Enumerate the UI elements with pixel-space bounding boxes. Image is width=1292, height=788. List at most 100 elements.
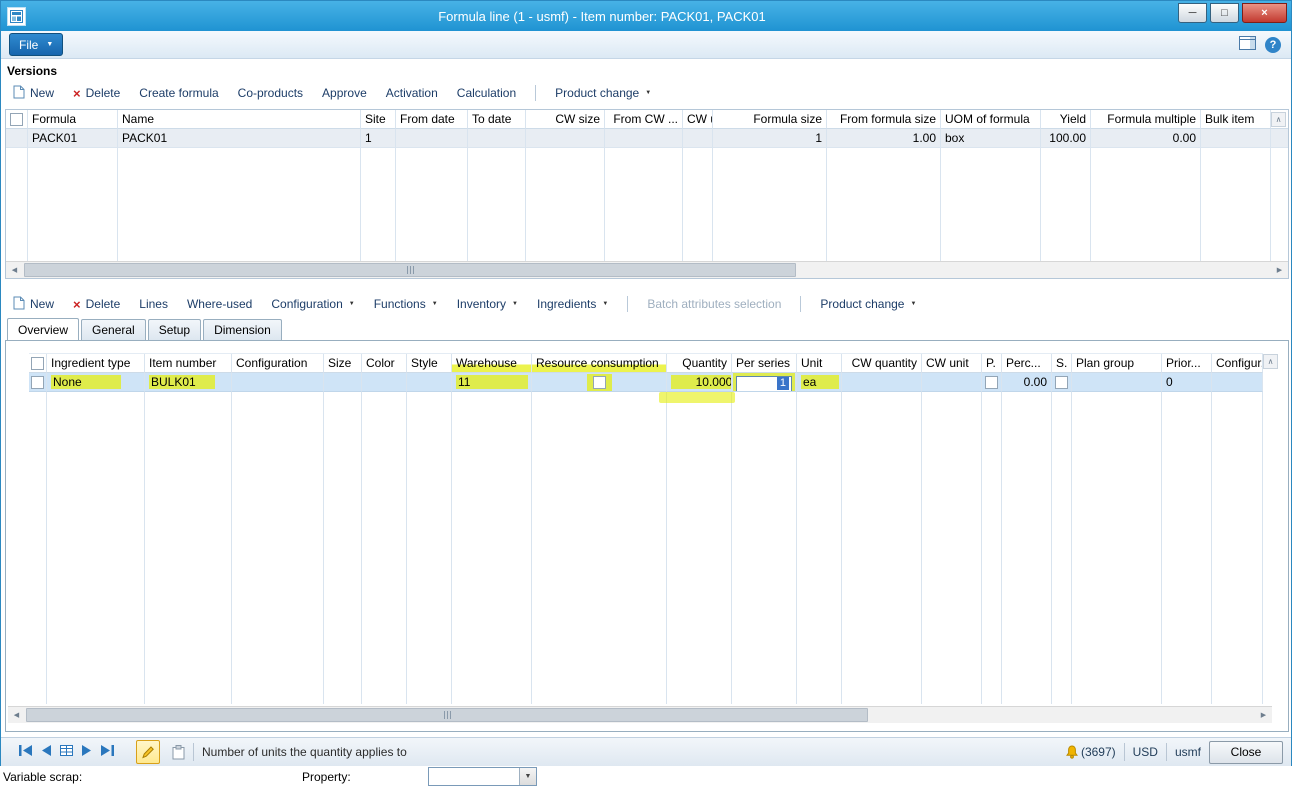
delete-line-button[interactable]: × Delete [73, 297, 120, 311]
scroll-up-icon[interactable]: ∧ [1263, 354, 1278, 369]
cell-ingredient-type[interactable]: None [47, 373, 145, 392]
first-record-icon[interactable] [19, 745, 33, 759]
product-change-menu-button[interactable]: Product change ▼ [820, 297, 916, 311]
scroll-right-icon[interactable]: ▶ [1271, 262, 1288, 278]
tab-setup[interactable]: Setup [148, 319, 201, 340]
p-checkbox[interactable] [985, 376, 998, 389]
col-cw-size[interactable]: CW size [526, 110, 605, 129]
col-cw-unit[interactable]: CW unit [922, 354, 982, 373]
combo-dropdown-icon[interactable]: ▼ [519, 768, 536, 785]
currency-indicator[interactable]: USD [1133, 745, 1158, 759]
lines-button[interactable]: Lines [139, 297, 168, 311]
cell-size[interactable] [324, 373, 362, 392]
select-all-checkbox[interactable] [10, 113, 23, 126]
col-per-series[interactable]: Per series [732, 354, 797, 373]
functions-menu-button[interactable]: Functions ▼ [374, 297, 438, 311]
cell-warehouse[interactable]: 11 [452, 373, 532, 392]
cell-resource-consumption[interactable] [532, 373, 667, 392]
lines-row[interactable]: None BULK01 11 10.0000 1 ea 0.00 0 [29, 373, 1263, 392]
col-quantity[interactable]: Quantity [667, 354, 732, 373]
new-line-button[interactable]: New [13, 296, 54, 313]
col-formula-multiple[interactable]: Formula multiple [1091, 110, 1201, 129]
tab-general[interactable]: General [81, 319, 146, 340]
col-configur[interactable]: Configur... [1212, 354, 1263, 373]
col-name[interactable]: Name [118, 110, 361, 129]
col-priority[interactable]: Prior... [1162, 354, 1212, 373]
cell-plan-group[interactable] [1072, 373, 1162, 392]
scroll-left-icon[interactable]: ◀ [6, 262, 23, 278]
col-to-date[interactable]: To date [468, 110, 526, 129]
minimize-button[interactable]: ─ [1178, 3, 1207, 23]
versions-horizontal-scrollbar[interactable]: ◀ ▶ [6, 261, 1288, 278]
col-from-date[interactable]: From date [396, 110, 468, 129]
cell-from-date[interactable] [396, 129, 468, 148]
col-uom-of-formula[interactable]: UOM of formula [941, 110, 1041, 129]
cell-p[interactable] [982, 373, 1002, 392]
company-indicator[interactable]: usmf [1175, 745, 1201, 759]
s-checkbox[interactable] [1055, 376, 1068, 389]
co-products-button[interactable]: Co-products [238, 86, 303, 100]
cell-color[interactable] [362, 373, 407, 392]
cell-formula-size[interactable]: 1 [713, 129, 827, 148]
activation-button[interactable]: Activation [386, 86, 438, 100]
cell-formula-multiple[interactable]: 0.00 [1091, 129, 1201, 148]
col-resource-consumption[interactable]: Resource consumption [532, 354, 667, 373]
col-ingredient-type[interactable]: Ingredient type [47, 354, 145, 373]
where-used-button[interactable]: Where-used [187, 297, 252, 311]
property-select[interactable]: ▼ [428, 767, 537, 786]
cell-quantity[interactable]: 10.0000 [667, 373, 732, 392]
cell-name[interactable]: PACK01 [118, 129, 361, 148]
cell-priority[interactable]: 0 [1162, 373, 1212, 392]
cell-cw-quantity[interactable] [842, 373, 922, 392]
col-site[interactable]: Site [361, 110, 396, 129]
col-cw-quantity[interactable]: CW quantity [842, 354, 922, 373]
cell-cw-unit[interactable] [922, 373, 982, 392]
close-window-button[interactable]: × [1242, 3, 1287, 23]
cell-unit[interactable]: ea [797, 373, 842, 392]
inventory-menu-button[interactable]: Inventory ▼ [457, 297, 518, 311]
resource-consumption-checkbox[interactable] [593, 376, 606, 389]
per-series-input[interactable]: 1 [736, 376, 792, 392]
select-all-lines-checkbox[interactable] [31, 357, 44, 370]
cell-configuration[interactable] [232, 373, 324, 392]
product-change-menu-button[interactable]: Product change ▼ [555, 86, 651, 100]
close-button[interactable]: Close [1209, 741, 1283, 764]
col-plan-group[interactable]: Plan group [1072, 354, 1162, 373]
col-from-cw[interactable]: From CW ... [605, 110, 683, 129]
col-unit[interactable]: Unit [797, 354, 842, 373]
cell-cw-unit[interactable] [683, 129, 713, 148]
cell-per-series[interactable]: 1 [732, 373, 797, 392]
scroll-up-icon[interactable]: ∧ [1271, 112, 1286, 127]
approve-button[interactable]: Approve [322, 86, 367, 100]
cell-site[interactable]: 1 [361, 129, 396, 148]
last-record-icon[interactable] [100, 745, 114, 759]
new-version-button[interactable]: New [13, 85, 54, 102]
cell-from-formula-size[interactable]: 1.00 [827, 129, 941, 148]
col-color[interactable]: Color [362, 354, 407, 373]
cell-configur[interactable] [1212, 373, 1263, 392]
lines-horizontal-scrollbar[interactable]: ◀ ▶ [8, 706, 1272, 723]
versions-row[interactable]: PACK01 PACK01 1 1 1.00 box 100.00 0.00 [6, 129, 1288, 148]
scrollbar-thumb[interactable] [26, 708, 868, 722]
col-warehouse[interactable]: Warehouse [452, 354, 532, 373]
paste-button[interactable] [172, 745, 185, 760]
cell-yield[interactable]: 100.00 [1041, 129, 1091, 148]
cell-percentage[interactable]: 0.00 [1002, 373, 1052, 392]
cell-cw-size[interactable] [526, 129, 605, 148]
col-formula[interactable]: Formula [28, 110, 118, 129]
delete-version-button[interactable]: × Delete [73, 86, 120, 100]
edit-mode-button[interactable] [136, 740, 160, 764]
create-formula-button[interactable]: Create formula [139, 86, 218, 100]
alerts-button[interactable]: (3697) [1065, 745, 1116, 759]
col-configuration[interactable]: Configuration [232, 354, 324, 373]
col-cw-unit[interactable]: CW unit [683, 110, 713, 129]
previous-record-icon[interactable] [41, 745, 52, 759]
cell-from-cw[interactable] [605, 129, 683, 148]
scroll-left-icon[interactable]: ◀ [8, 707, 25, 723]
cell-style[interactable] [407, 373, 452, 392]
col-item-number[interactable]: Item number [145, 354, 232, 373]
tab-dimension[interactable]: Dimension [203, 319, 282, 340]
ingredients-menu-button[interactable]: Ingredients ▼ [537, 297, 608, 311]
cell-to-date[interactable] [468, 129, 526, 148]
cell-bulk-item[interactable] [1201, 129, 1271, 148]
